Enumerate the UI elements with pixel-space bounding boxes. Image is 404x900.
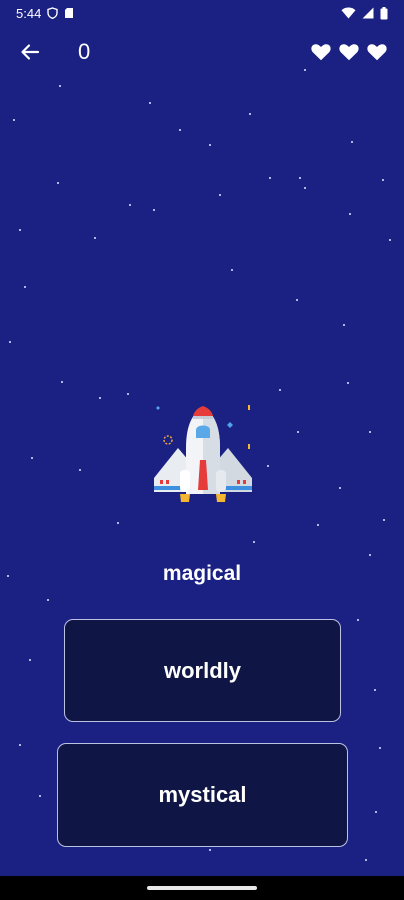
answer-option-2[interactable]: mystical [57, 743, 348, 847]
arrow-left-icon [21, 44, 40, 60]
vpn-shield-icon [47, 7, 59, 19]
heart-icon [339, 44, 359, 61]
status-bar: 5:44 [0, 0, 404, 26]
cellular-signal-icon [362, 7, 374, 19]
wifi-icon [341, 7, 356, 19]
heart-icon [367, 44, 387, 61]
status-bar-right [341, 6, 388, 20]
back-button[interactable] [16, 38, 44, 66]
status-time: 5:44 [16, 5, 42, 21]
sd-card-icon [65, 8, 74, 18]
lives-indicator [310, 41, 388, 63]
system-navigation-bar [0, 876, 404, 900]
home-gesture-handle[interactable] [147, 886, 257, 890]
battery-icon [380, 6, 388, 19]
heart-icon [311, 44, 331, 61]
question-word: magical [162, 562, 242, 585]
game-header: 0 [0, 30, 404, 74]
status-bar-left: 5:44 [16, 6, 74, 21]
score-counter: 0 [78, 39, 91, 64]
rocket-icon [154, 405, 252, 502]
answer-option-1[interactable]: worldly [64, 619, 341, 722]
